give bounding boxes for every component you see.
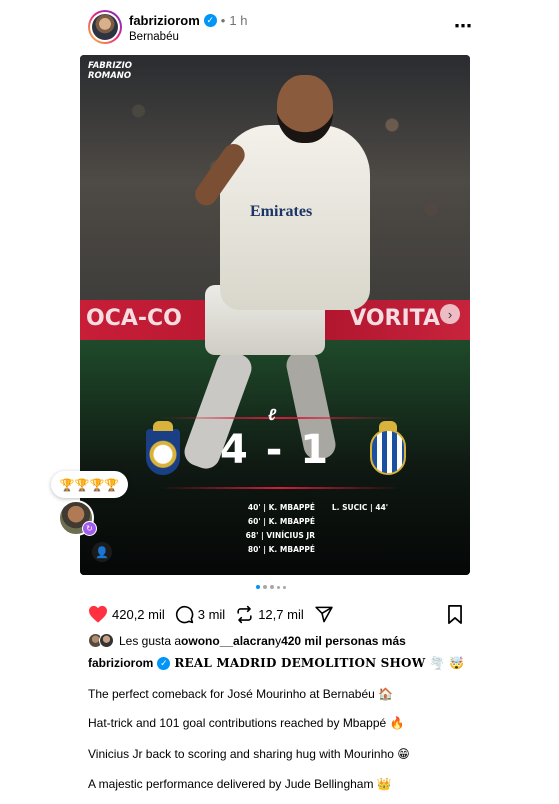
post-username[interactable]: fabriziorom <box>129 13 200 28</box>
match-score: 4 - 1 <box>219 427 331 473</box>
separator-dot: • <box>220 13 226 28</box>
send-icon <box>314 605 334 624</box>
home-scorers: 40' | K. MBAPPÉ 60' | K. MBAPPÉ 68' | VI… <box>160 501 315 557</box>
more-options-icon[interactable]: ⋯ <box>454 16 473 37</box>
liker-username[interactable]: owono__alacran <box>181 634 275 648</box>
caption-headline: REAL MADRID DEMOLITION SHOW 🌪️ 🤯 <box>174 656 465 670</box>
home-scorer: 68' | VINÍCIUS JR <box>245 531 315 540</box>
verified-badge-icon: ✓ <box>157 656 171 670</box>
trophy-emojis: 🏆🏆🏆🏆 <box>59 477 120 492</box>
player-head <box>277 75 333 143</box>
away-scorer: L. SUCIC | 44' <box>331 503 389 512</box>
brand-line-2: ROMANO <box>88 71 132 81</box>
real-sociedad-crest-icon <box>370 421 406 475</box>
banner-text-left: OCA-CO <box>86 306 182 331</box>
post-header: fabriziorom ✓ • 1 h Bernabéu ⋯ <box>88 10 473 46</box>
post-time[interactable]: 1 h <box>229 13 247 28</box>
like-button[interactable]: 420,2 mil <box>88 605 165 623</box>
home-scorer: 80' | K. MBAPPÉ <box>247 545 315 554</box>
carousel-dot <box>277 585 280 589</box>
caption-line: The perfect comeback for José Mourinho a… <box>88 687 394 701</box>
carousel-dot <box>270 585 274 589</box>
post-location[interactable]: Bernabéu <box>129 31 179 43</box>
banner-text-right: VORITA <box>349 306 440 331</box>
repost-button[interactable]: 12,7 mil <box>235 605 304 624</box>
heart-icon <box>88 605 108 623</box>
username-row: fabriziorom ✓ • 1 h <box>129 13 247 28</box>
home-scorer: 60' | K. MBAPPÉ <box>247 517 315 526</box>
next-slide-button[interactable]: › <box>440 304 460 324</box>
post-actions: 420,2 mil 3 mil 12,7 mil <box>88 602 463 626</box>
caption-line: Hat-trick and 101 goal contributions rea… <box>88 716 405 730</box>
real-madrid-crest-icon <box>146 421 180 475</box>
bookmark-icon <box>447 604 463 624</box>
caption-username[interactable]: fabriziorom <box>88 656 153 670</box>
user-tag-icon[interactable]: 👤 <box>92 542 112 562</box>
repost-count: 12,7 mil <box>258 606 304 622</box>
comment-icon <box>175 605 194 624</box>
away-scorers: L. SUCIC | 44' <box>300 501 420 515</box>
liker-avatar <box>99 633 114 648</box>
profile-avatar[interactable] <box>88 10 122 44</box>
jersey-sponsor: Emirates <box>250 203 313 220</box>
comment-button[interactable]: 3 mil <box>175 605 225 624</box>
caption-line: Vinicius Jr back to scoring and sharing … <box>88 747 410 761</box>
like-count: 420,2 mil <box>112 606 165 622</box>
repost-icon <box>235 605 254 624</box>
carousel-indicator <box>256 585 286 589</box>
verified-badge-icon: ✓ <box>203 14 217 27</box>
likes-prefix: Les gusta a <box>119 634 182 648</box>
laliga-logo-icon: ℓ <box>268 407 277 424</box>
caption-header: fabriziorom ✓ REAL MADRID DEMOLITION SHO… <box>88 656 464 670</box>
carousel-dot-active <box>256 585 260 589</box>
post-media-image[interactable]: OCA-CO VORITA Emirates FABRIZIO ROMANO ›… <box>80 55 470 575</box>
fabrizio-romano-logo: FABRIZIO ROMANO <box>88 61 132 81</box>
avatar-image <box>92 14 118 40</box>
reaction-bubble[interactable]: 🏆🏆🏆🏆 <box>51 471 128 498</box>
score-divider-top <box>160 417 400 419</box>
carousel-dot <box>283 585 286 589</box>
home-scorer: 40' | K. MBAPPÉ <box>247 503 315 512</box>
carousel-dot <box>263 585 267 589</box>
likes-summary[interactable]: Les gusta a owono__alacran y 420 mil per… <box>88 633 406 649</box>
comment-count: 3 mil <box>197 606 226 622</box>
score-divider-bottom <box>160 487 400 489</box>
brand-line-1: FABRIZIO <box>88 61 133 71</box>
repost-badge-icon: ↻ <box>82 521 97 536</box>
liker-avatars <box>88 633 116 649</box>
likes-count-text[interactable]: 420 mil personas más <box>281 634 406 648</box>
save-button[interactable] <box>447 604 463 624</box>
caption-line: A majestic performance delivered by Jude… <box>88 777 392 791</box>
share-button[interactable] <box>314 605 334 624</box>
